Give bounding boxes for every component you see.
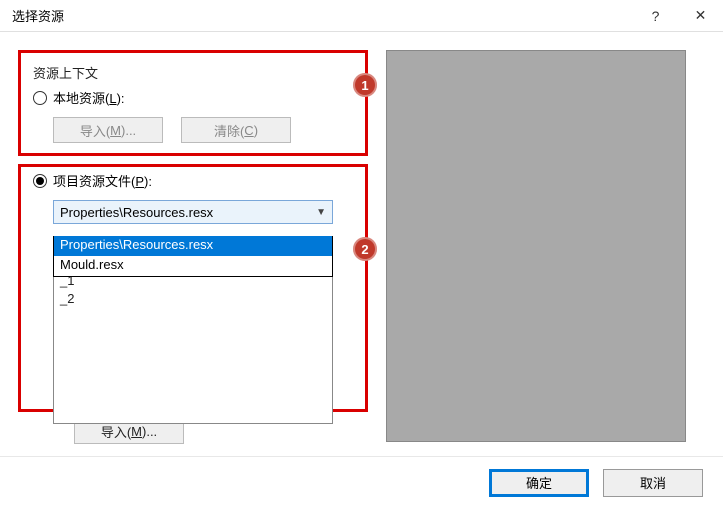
list-item[interactable]: _2 — [60, 291, 326, 309]
window-title: 选择资源 — [12, 6, 633, 25]
resource-listbox[interactable]: _1 _2 — [53, 270, 333, 424]
close-icon: ✕ — [695, 7, 707, 24]
resource-file-combobox[interactable]: Properties\Resources.resx ▼ — [53, 200, 333, 224]
import-local-button[interactable]: 导入(M)... — [53, 117, 163, 143]
dropdown-option[interactable]: Properties\Resources.resx — [54, 236, 332, 256]
radio-project-resource-file[interactable]: 项目资源文件(P): — [33, 171, 353, 190]
radio-icon — [33, 91, 47, 105]
left-panel: 资源上下文 本地资源(L): 导入(M)... 清除(C) 1 项目资源文件(P… — [18, 50, 368, 444]
help-button[interactable]: ? — [633, 0, 678, 32]
annotation-marker-1: 1 — [353, 73, 377, 97]
close-button[interactable]: ✕ — [678, 0, 723, 32]
dialog-content: 资源上下文 本地资源(L): 导入(M)... 清除(C) 1 项目资源文件(P… — [0, 32, 723, 454]
clear-button[interactable]: 清除(C) — [181, 117, 291, 143]
chevron-down-icon: ▼ — [316, 207, 326, 218]
dialog-footer: 确定 取消 — [0, 456, 723, 508]
resource-file-dropdown: Properties\Resources.resx Mould.resx — [53, 236, 333, 277]
help-icon: ? — [652, 8, 660, 24]
radio-project-label: 项目资源文件(P): — [53, 171, 152, 190]
radio-icon — [33, 174, 47, 188]
radio-local-resource[interactable]: 本地资源(L): — [33, 88, 353, 107]
cancel-button[interactable]: 取消 — [603, 469, 703, 497]
group-context-legend: 资源上下文 — [33, 63, 353, 82]
combo-selected-text: Properties\Resources.resx — [60, 205, 213, 220]
radio-local-label: 本地资源(L): — [53, 88, 125, 107]
ok-button[interactable]: 确定 — [489, 469, 589, 497]
preview-area — [386, 50, 686, 442]
group-project-resource-file: 项目资源文件(P): Properties\Resources.resx ▼ P… — [18, 164, 368, 412]
dropdown-option[interactable]: Mould.resx — [54, 256, 332, 276]
annotation-marker-2: 2 — [353, 237, 377, 261]
titlebar: 选择资源 ? ✕ — [0, 0, 723, 32]
group-resource-context: 资源上下文 本地资源(L): 导入(M)... 清除(C) 1 — [18, 50, 368, 156]
